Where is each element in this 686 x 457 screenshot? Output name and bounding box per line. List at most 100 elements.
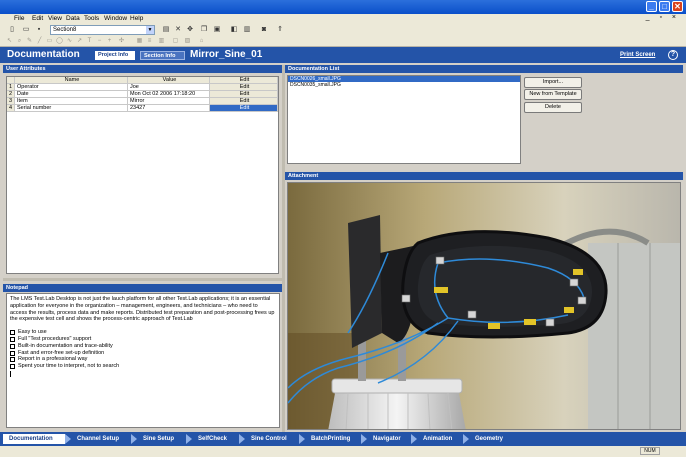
line-icon[interactable]: ╱ bbox=[36, 38, 43, 45]
notepad-header: Notepad bbox=[3, 284, 282, 292]
chevron-down-icon[interactable]: ▼ bbox=[146, 26, 154, 34]
preview-icon[interactable]: ◧ bbox=[230, 26, 238, 34]
menu-file[interactable]: File bbox=[14, 15, 24, 22]
user-attributes-table: Name Value Edit 1 Operator Joe Edit 2 Da… bbox=[6, 76, 279, 274]
import-button[interactable]: Import... bbox=[524, 77, 582, 88]
restore-button[interactable]: □ bbox=[659, 1, 670, 12]
checkbox-icon bbox=[10, 330, 15, 336]
pencil-icon[interactable]: ✎ bbox=[26, 38, 33, 45]
table-header: Name Value Edit bbox=[7, 77, 278, 84]
tab-sine-setup[interactable]: Sine Setup bbox=[137, 434, 189, 444]
print-screen-link[interactable]: Print Screen bbox=[620, 52, 655, 58]
list-item: Fast and error-free set-up definition bbox=[10, 350, 276, 357]
tab-channel-setup[interactable]: Channel Setup bbox=[71, 434, 133, 444]
frame-icon[interactable]: ▢ bbox=[172, 38, 179, 45]
layout-icon[interactable]: ▥ bbox=[158, 38, 165, 45]
window-titlebar: _ □ ✕ bbox=[0, 0, 686, 14]
help-icon[interactable]: ? bbox=[668, 50, 678, 60]
cross-icon[interactable]: ✣ bbox=[118, 38, 125, 45]
checkbox-icon bbox=[10, 343, 15, 349]
notepad-paragraph: The LMS Test.Lab Desktop is not just the… bbox=[10, 296, 275, 323]
cut-icon[interactable]: ✕ bbox=[174, 26, 182, 34]
close-button[interactable]: ✕ bbox=[672, 1, 683, 12]
tab-navigator[interactable]: Navigator bbox=[367, 434, 413, 444]
section-name: Mirror_Sine_01 bbox=[190, 49, 263, 60]
documentation-list-title: Documentation List bbox=[288, 66, 340, 72]
tab-documentation[interactable]: Documentation bbox=[3, 434, 65, 444]
rectangle-icon[interactable]: ▭ bbox=[46, 38, 53, 45]
notepad-title: Notepad bbox=[6, 285, 28, 291]
tab-project-info[interactable]: Project Info bbox=[95, 51, 135, 60]
menu-data[interactable]: Data bbox=[66, 15, 80, 22]
minus-icon[interactable]: − bbox=[96, 38, 103, 45]
splitter[interactable] bbox=[3, 278, 282, 281]
curve-icon[interactable]: ∿ bbox=[66, 38, 73, 45]
camera-icon[interactable]: ◙ bbox=[260, 26, 268, 34]
tab-sine-control[interactable]: Sine Control bbox=[245, 434, 301, 444]
tab-selfcheck[interactable]: SelfCheck bbox=[192, 434, 242, 444]
vertical-splitter[interactable] bbox=[282, 65, 285, 432]
notepad-editor[interactable]: The LMS Test.Lab Desktop is not just the… bbox=[6, 293, 280, 428]
menu-bar: File Edit View Data Tools Window Help _ … bbox=[0, 14, 686, 24]
list-item[interactable]: DSCN0035_small.JPG bbox=[288, 82, 520, 88]
menu-edit[interactable]: Edit bbox=[32, 15, 43, 22]
attachment-header: Attachment bbox=[285, 172, 683, 180]
list-item: Built-in documentation and trace-ability bbox=[10, 343, 276, 350]
menu-help[interactable]: Help bbox=[130, 15, 143, 22]
table-row[interactable]: 1 Operator Joe Edit bbox=[7, 84, 278, 91]
attach-icon[interactable]: ⌂ bbox=[198, 38, 205, 45]
tab-batchprinting[interactable]: BatchPrinting bbox=[305, 434, 363, 444]
align-icon[interactable]: ≡ bbox=[146, 38, 153, 45]
image-icon[interactable]: ▨ bbox=[184, 38, 191, 45]
tab-geometry[interactable]: Geometry bbox=[469, 434, 511, 444]
checkbox-icon bbox=[10, 350, 15, 356]
ellipse-icon[interactable]: ◯ bbox=[56, 38, 63, 45]
edit-button[interactable]: Edit bbox=[210, 91, 278, 98]
status-bar: NUM bbox=[0, 446, 686, 457]
pin-icon[interactable]: ⇑ bbox=[276, 26, 284, 34]
paste-icon[interactable]: ▣ bbox=[213, 26, 221, 34]
documentation-header: Documentation Project Info Section Info … bbox=[0, 47, 686, 63]
list-item: Easy to use bbox=[10, 329, 276, 336]
checkbox-icon bbox=[10, 336, 15, 342]
zoom-icon[interactable]: ⌕ bbox=[16, 38, 23, 45]
open-icon[interactable]: ▭ bbox=[22, 26, 30, 34]
cursor-icon[interactable]: ↖ bbox=[6, 38, 13, 45]
column-header-name[interactable]: Name bbox=[15, 77, 128, 84]
edit-button[interactable]: Edit bbox=[210, 98, 278, 105]
tab-animation[interactable]: Animation bbox=[417, 434, 465, 444]
save-icon[interactable]: ▪ bbox=[35, 26, 43, 34]
table-row[interactable]: 2 Date Mon Oct 02 2006 17:18:20 Edit bbox=[7, 91, 278, 98]
text-icon[interactable]: T bbox=[86, 38, 93, 45]
list-item: Spent your time to interpret, not to sea… bbox=[10, 363, 276, 370]
mdi-window-controls[interactable]: _ ▫ × bbox=[646, 14, 680, 21]
menu-window[interactable]: Window bbox=[104, 15, 127, 22]
user-attributes-title: User Attributes bbox=[6, 66, 46, 72]
section-select[interactable]: Section8 ▼ bbox=[50, 25, 155, 35]
copy-icon[interactable]: ❐ bbox=[200, 26, 208, 34]
grid-icon[interactable]: ▦ bbox=[136, 38, 143, 45]
arrow-icon[interactable]: ↗ bbox=[76, 38, 83, 45]
list-item: Full "Test procedures" support bbox=[10, 336, 276, 343]
new-icon[interactable]: ▯ bbox=[8, 26, 16, 34]
plus-icon[interactable]: + bbox=[106, 38, 113, 45]
edit-button[interactable]: Edit bbox=[210, 84, 278, 91]
column-header-value[interactable]: Value bbox=[128, 77, 210, 84]
menu-view[interactable]: View bbox=[48, 15, 62, 22]
printer-icon[interactable]: ▥ bbox=[243, 26, 251, 34]
print-icon[interactable]: ▤ bbox=[162, 26, 170, 34]
column-header-edit[interactable]: Edit bbox=[210, 77, 278, 84]
checkbox-icon bbox=[10, 357, 15, 363]
new-from-template-button[interactable]: New from Template bbox=[524, 89, 582, 100]
table-row[interactable]: 4 Serial number 23427 Edit bbox=[7, 105, 278, 112]
table-row[interactable]: 3 Item Mirror Edit bbox=[7, 98, 278, 105]
delete-button[interactable]: Delete bbox=[524, 102, 582, 113]
tab-section-info[interactable]: Section Info bbox=[140, 51, 185, 60]
text-cursor bbox=[10, 370, 11, 377]
documentation-file-list[interactable]: DSCN0026_small.JPG DSCN0035_small.JPG bbox=[287, 75, 521, 164]
edit-button[interactable]: Edit bbox=[210, 105, 278, 112]
move-icon[interactable]: ✥ bbox=[186, 26, 194, 34]
documentation-list-header: Documentation List bbox=[285, 65, 683, 73]
menu-tools[interactable]: Tools bbox=[84, 15, 99, 22]
minimize-button[interactable]: _ bbox=[646, 1, 657, 12]
